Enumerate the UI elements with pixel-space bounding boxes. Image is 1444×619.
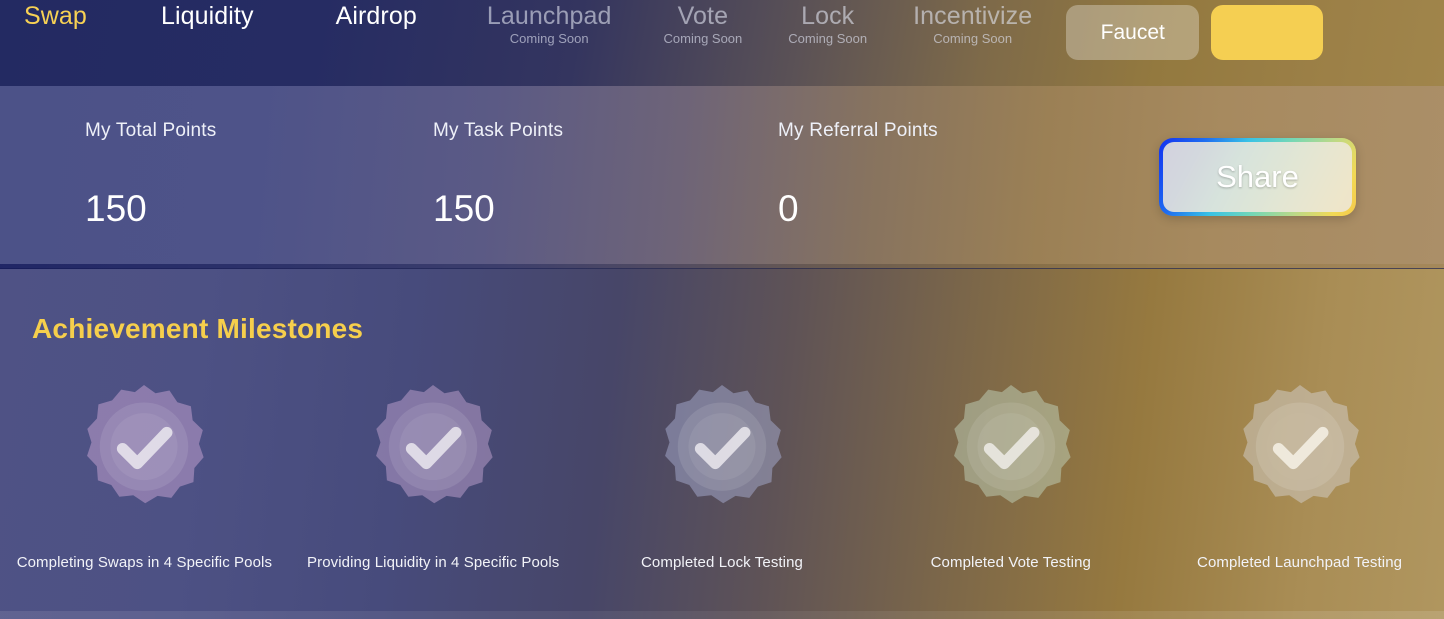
nav-item-label: Lock bbox=[801, 2, 855, 30]
milestone-caption: Completed Vote Testing bbox=[930, 554, 1091, 571]
stat-task-points: My Task Points 150 bbox=[433, 120, 563, 227]
stat-value: 150 bbox=[85, 188, 147, 229]
nav-item-lock: Lock Coming Soon bbox=[782, 4, 873, 58]
stat-label: My Task Points bbox=[433, 120, 564, 141]
stat-value: 150 bbox=[433, 188, 495, 229]
nav-item-label: Launchpad bbox=[486, 2, 612, 30]
faucet-button[interactable]: Faucet bbox=[1066, 5, 1200, 60]
stat-label: My Referral Points bbox=[778, 120, 938, 141]
section-title: Achievement Milestones bbox=[32, 313, 364, 344]
main-navigation: Swap Liquidity Airdrop Launchpad Coming … bbox=[0, 0, 1444, 86]
nav-item-liquidity[interactable]: Liquidity bbox=[155, 4, 260, 58]
achievement-milestones-section: Achievement Milestones Completing Swaps … bbox=[0, 269, 1444, 619]
milestone-item[interactable]: Completing Swaps in 4 Specific Pools bbox=[0, 381, 289, 571]
verified-check-badge-icon[interactable] bbox=[944, 381, 1078, 515]
nav-item-label: Incentivize bbox=[913, 2, 1033, 30]
verified-check-badge-icon[interactable] bbox=[1233, 381, 1367, 515]
milestone-badge-row: Completing Swaps in 4 Specific Pools Pro… bbox=[0, 381, 1444, 571]
verified-check-badge-icon[interactable] bbox=[366, 381, 500, 515]
milestone-item[interactable]: Providing Liquidity in 4 Specific Pools bbox=[289, 381, 578, 571]
milestone-caption: Completing Swaps in 4 Specific Pools bbox=[16, 554, 273, 571]
nav-item-coming-soon: Coming Soon bbox=[509, 31, 589, 46]
stat-referral-points: My Referral Points 0 bbox=[778, 120, 938, 227]
nav-item-label: Swap bbox=[24, 2, 87, 30]
verified-check-badge-icon[interactable] bbox=[77, 381, 211, 515]
nav-item-swap[interactable]: Swap bbox=[18, 4, 93, 58]
milestone-caption: Completed Launchpad Testing bbox=[1197, 554, 1403, 571]
milestone-item[interactable]: Completed Launchpad Testing bbox=[1155, 381, 1444, 571]
app-root: Swap Liquidity Airdrop Launchpad Coming … bbox=[0, 0, 1444, 619]
bottom-edge-highlight bbox=[0, 611, 1444, 619]
stat-label: My Total Points bbox=[85, 120, 217, 141]
nav-item-coming-soon: Coming Soon bbox=[663, 31, 743, 46]
share-button[interactable]: Share bbox=[1163, 142, 1352, 212]
nav-item-label: Liquidity bbox=[160, 2, 254, 30]
nav-item-airdrop[interactable]: Airdrop bbox=[330, 4, 423, 58]
nav-item-coming-soon: Coming Soon bbox=[788, 31, 868, 46]
points-summary-band: My Total Points 150 My Task Points 150 M… bbox=[0, 86, 1444, 268]
milestone-caption: Completed Lock Testing bbox=[640, 554, 803, 571]
milestone-item[interactable]: Completed Lock Testing bbox=[578, 381, 867, 571]
milestone-item[interactable]: Completed Vote Testing bbox=[866, 381, 1155, 571]
connect-wallet-button[interactable] bbox=[1211, 5, 1324, 60]
milestone-caption: Providing Liquidity in 4 Specific Pools bbox=[307, 554, 560, 571]
verified-check-badge-icon[interactable] bbox=[655, 381, 789, 515]
nav-item-label: Airdrop bbox=[335, 2, 417, 30]
stat-total-points: My Total Points 150 bbox=[85, 120, 216, 227]
share-button-gradient-border: Share bbox=[1159, 138, 1356, 216]
nav-item-launchpad: Launchpad Coming Soon bbox=[481, 4, 618, 58]
nav-item-coming-soon: Coming Soon bbox=[933, 31, 1013, 46]
nav-item-vote: Vote Coming Soon bbox=[658, 4, 749, 58]
nav-item-incentivize: Incentivize Coming Soon bbox=[907, 4, 1038, 58]
stat-value: 0 bbox=[778, 188, 799, 229]
nav-item-label: Vote bbox=[677, 2, 729, 30]
